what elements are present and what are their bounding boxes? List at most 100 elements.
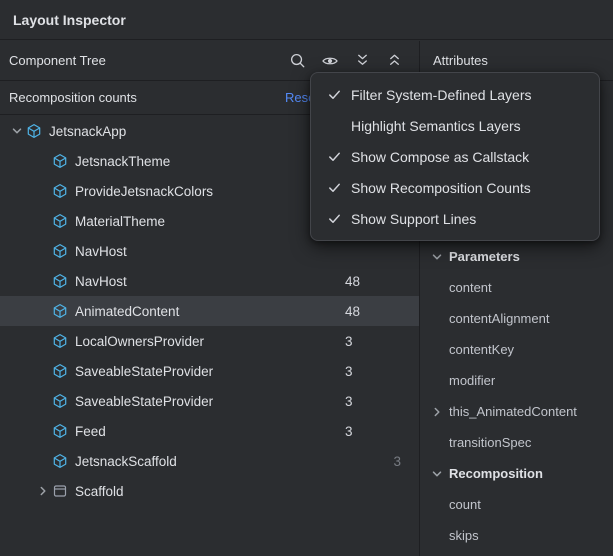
attr-section-recomposition[interactable]: Recomposition: [421, 458, 613, 489]
eye-icon[interactable]: [321, 52, 339, 70]
attr-item-label: count: [449, 497, 481, 512]
tree-node-localownersprovider[interactable]: LocalOwnersProvider 3: [0, 326, 419, 356]
attr-section-title: Parameters: [449, 249, 520, 264]
attr-item-transitionspec[interactable]: transitionSpec: [421, 427, 613, 458]
tree-node-label: ProvideJetsnackColors: [75, 184, 213, 199]
attr-item-count[interactable]: count: [421, 489, 613, 520]
recomposition-counts-label: Recomposition counts: [9, 90, 137, 105]
attr-section-parameters[interactable]: Parameters: [421, 241, 613, 272]
tree-node-label: SaveableStateProvider: [75, 364, 213, 379]
chevron-right-icon[interactable]: [429, 404, 445, 420]
recomposition-count: 3: [345, 334, 401, 349]
tree-node-label: Scaffold: [75, 484, 124, 499]
recomposition-count: 48: [345, 304, 401, 319]
chevron-spacer: [34, 333, 52, 349]
chevron-spacer: [34, 153, 52, 169]
menu-item-highlight-semantics-layers[interactable]: Highlight Semantics Layers: [311, 110, 599, 141]
tree-node-saveablestateprovider[interactable]: SaveableStateProvider 3: [0, 356, 419, 386]
tree-node-label: Feed: [75, 424, 106, 439]
menu-item-label: Show Support Lines: [351, 211, 476, 227]
menu-item-label: Show Compose as Callstack: [351, 149, 529, 165]
compose-node-icon: [52, 243, 68, 259]
attr-item-label: skips: [449, 528, 479, 543]
chevron-down-icon[interactable]: [8, 123, 26, 139]
chevron-spacer: [34, 303, 52, 319]
checkmark-icon: [323, 149, 345, 164]
compose-node-icon: [52, 273, 68, 289]
recomposition-count: 3: [345, 394, 401, 409]
tree-node-label: JetsnackScaffold: [75, 454, 177, 469]
search-icon[interactable]: [289, 52, 306, 69]
component-tree-toolbar-icons: [289, 52, 403, 70]
component-tree-title: Component Tree: [9, 53, 106, 68]
tree-node-label: JetsnackApp: [49, 124, 126, 139]
view-options-menu: Filter System-Defined Layers Highlight Se…: [310, 72, 600, 241]
layout-inspector-window: Layout Inspector Component Tree Recompos…: [0, 0, 613, 556]
compose-node-icon: [52, 213, 68, 229]
compose-node-icon: [26, 123, 42, 139]
chevron-spacer: [34, 213, 52, 229]
menu-item-label: Show Recomposition Counts: [351, 180, 531, 196]
attr-item-content[interactable]: content: [421, 272, 613, 303]
tree-node-navhost[interactable]: NavHost 48: [0, 266, 419, 296]
chevron-down-icon[interactable]: [429, 466, 445, 482]
checkmark-icon: [323, 87, 345, 102]
recomposition-count: 3: [345, 364, 401, 379]
tree-node-jetsnackscaffold[interactable]: JetsnackScaffold 3: [0, 446, 419, 476]
menu-item-label: Filter System-Defined Layers: [351, 87, 532, 103]
chevron-spacer: [34, 363, 52, 379]
attr-item-label: contentAlignment: [449, 311, 549, 326]
compose-node-icon: [52, 303, 68, 319]
tree-node-label: NavHost: [75, 274, 127, 289]
collapse-all-icon[interactable]: [386, 52, 403, 69]
checkmark-icon: [323, 211, 345, 226]
attr-item-label: content: [449, 280, 492, 295]
chevron-spacer: [34, 453, 52, 469]
menu-item-show-compose-as-callstack[interactable]: Show Compose as Callstack: [311, 141, 599, 172]
compose-node-icon: [52, 183, 68, 199]
tree-node-label: LocalOwnersProvider: [75, 334, 204, 349]
chevron-right-icon[interactable]: [34, 483, 52, 499]
compose-node-icon: [52, 153, 68, 169]
chevron-down-icon[interactable]: [429, 249, 445, 265]
tree-node-label: JetsnackTheme: [75, 154, 170, 169]
attr-item-contentkey[interactable]: contentKey: [421, 334, 613, 365]
tree-node-animatedcontent[interactable]: AnimatedContent 48: [0, 296, 419, 326]
chevron-spacer: [34, 423, 52, 439]
menu-item-show-support-lines[interactable]: Show Support Lines: [311, 203, 599, 234]
menu-item-filter-system-defined-layers[interactable]: Filter System-Defined Layers: [311, 79, 599, 110]
attr-item-label: transitionSpec: [449, 435, 531, 450]
menu-item-label: Highlight Semantics Layers: [351, 118, 521, 134]
chevron-spacer: [34, 393, 52, 409]
attr-item-contentalignment[interactable]: contentAlignment: [421, 303, 613, 334]
attr-section-title: Recomposition: [449, 466, 543, 481]
tree-node-scaffold[interactable]: Scaffold: [0, 476, 419, 506]
chevron-spacer: [34, 183, 52, 199]
panel-title: Layout Inspector: [0, 0, 613, 40]
chevron-spacer: [34, 243, 52, 259]
attr-item-this-animatedcontent[interactable]: this_AnimatedContent: [421, 396, 613, 427]
expand-all-icon[interactable]: [354, 52, 371, 69]
tree-node-saveablestateprovider[interactable]: SaveableStateProvider 3: [0, 386, 419, 416]
attr-item-label: contentKey: [449, 342, 514, 357]
tree-node-label: AnimatedContent: [75, 304, 179, 319]
attr-item-label: this_AnimatedContent: [449, 404, 577, 419]
tree-node-label: SaveableStateProvider: [75, 394, 213, 409]
attr-item-label: modifier: [449, 373, 495, 388]
compose-node-icon: [52, 363, 68, 379]
tree-node-feed[interactable]: Feed3: [0, 416, 419, 446]
menu-item-show-recomposition-counts[interactable]: Show Recomposition Counts: [311, 172, 599, 203]
compose-node-icon: [52, 333, 68, 349]
attr-item-modifier[interactable]: modifier: [421, 365, 613, 396]
recomposition-count: 48: [345, 274, 401, 289]
view-node-icon: [52, 483, 68, 499]
attr-item-skips[interactable]: skips: [421, 520, 613, 551]
tree-node-label: MaterialTheme: [75, 214, 165, 229]
compose-node-icon: [52, 423, 68, 439]
checkmark-icon: [323, 180, 345, 195]
compose-node-icon: [52, 453, 68, 469]
tree-node-label: NavHost: [75, 244, 127, 259]
recomposition-count: 3: [345, 454, 401, 469]
compose-node-icon: [52, 393, 68, 409]
attributes-body: Parameters content contentAlignment content…: [421, 241, 613, 551]
